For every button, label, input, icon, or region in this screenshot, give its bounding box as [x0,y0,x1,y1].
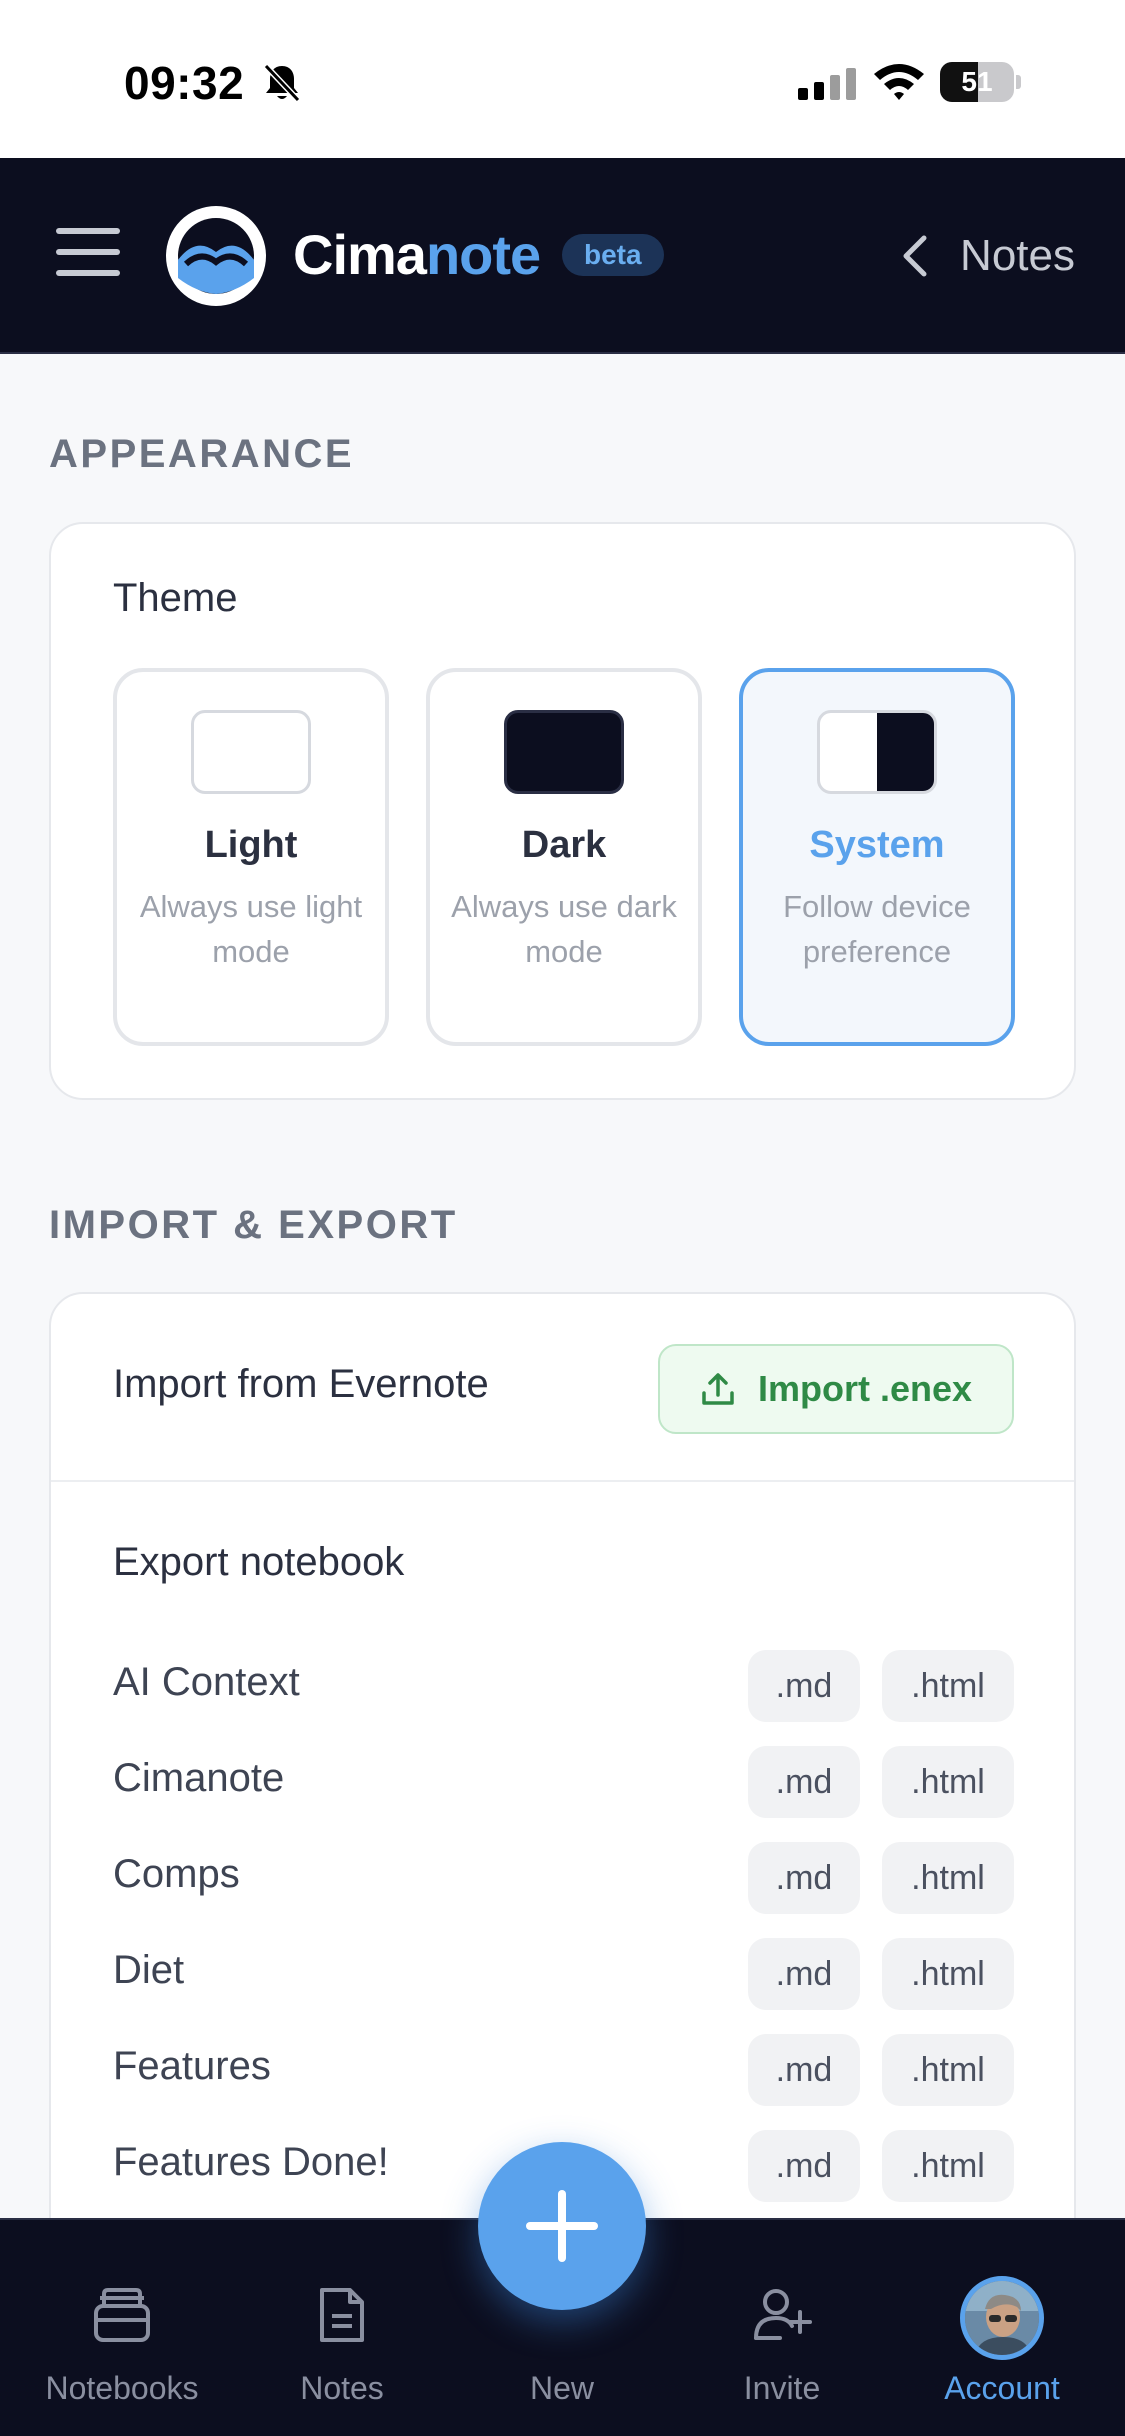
tab-label: Notes [300,2370,384,2406]
theme-label: Theme [113,576,238,620]
notebook-name: Features Done! [113,2140,389,2184]
theme-option-light[interactable]: Light Always use light mode [113,668,389,1046]
status-bar: 09:32 51 [0,0,1125,158]
dark-swatch [504,710,624,794]
export-md-button[interactable]: .md [748,1746,860,1818]
notebook-name: Comps [113,1852,240,1896]
theme-option-dark[interactable]: Dark Always use dark mode [426,668,702,1046]
system-swatch [817,710,937,794]
export-html-button[interactable]: .html [882,1842,1014,1914]
export-html-button[interactable]: .html [882,1938,1014,2010]
app-header: Cimanote beta Notes [0,158,1125,354]
notebook-row: Comps .md .html [51,1842,1074,1914]
theme-option-description: Follow device preference [783,889,971,969]
notebook-row: Diet .md .html [51,1938,1074,2010]
signal-icon [798,68,856,100]
import-export-section-title: IMPORT & EXPORT [49,1203,458,1247]
export-html-button[interactable]: .html [882,1650,1014,1722]
notebook-row: Cimanote .md .html [51,1746,1074,1818]
theme-option-name: Light [204,824,298,866]
light-swatch [191,710,311,794]
tab-label: New [529,2370,594,2406]
import-row: Import from Evernote Import .enex [51,1294,1074,1482]
bell-off-icon [263,63,301,103]
tab-invite[interactable]: Invite [682,2220,882,2436]
wifi-icon [874,64,924,100]
battery-level: 51 [961,66,993,97]
import-enex-button[interactable]: Import .enex [658,1344,1014,1434]
notebook-name: AI Context [113,1660,300,1704]
notebooks-icon [94,2288,150,2342]
export-md-button[interactable]: .md [748,2130,860,2202]
import-button-label: Import .enex [757,1368,973,1409]
export-html-button[interactable]: .html [882,1746,1014,1818]
export-md-button[interactable]: .md [748,2034,860,2106]
beta-badge: beta [562,234,664,276]
export-md-button[interactable]: .md [748,1650,860,1722]
avatar-image [965,2281,1039,2355]
theme-option-system[interactable]: System Follow device preference [739,668,1015,1046]
export-md-button[interactable]: .md [748,1842,860,1914]
back-label: Notes [960,231,1075,280]
theme-option-name: System [809,824,945,866]
upload-icon [702,1373,734,1405]
appearance-section-title: APPEARANCE [49,432,355,476]
note-icon [320,2288,364,2342]
theme-option-description: Always use light mode [139,889,363,969]
theme-option-name: Dark [521,824,607,866]
export-md-button[interactable]: .md [748,1938,860,2010]
plus-icon [526,2190,598,2262]
logo [166,206,266,306]
import-label: Import from Evernote [113,1362,489,1406]
tab-account[interactable]: Account [902,2220,1102,2436]
notebook-row: AI Context .md .html [51,1650,1074,1722]
notebook-name: Features [113,2044,271,2088]
tab-label: Notebooks [45,2370,199,2406]
hamburger-menu-icon[interactable] [56,226,120,278]
battery-icon: 51 [940,62,1021,102]
logo-icon [178,218,254,294]
new-note-fab[interactable] [478,2142,646,2310]
chevron-left-icon [903,235,927,277]
notebook-name: Cimanote [113,1756,285,1800]
status-time: 09:32 [124,57,245,109]
export-html-button[interactable]: .html [882,2034,1014,2106]
tab-notebooks[interactable]: Notebooks [22,2220,222,2436]
notebook-name: Diet [113,1948,185,1992]
avatar [960,2276,1044,2360]
notebook-row: Features .md .html [51,2034,1074,2106]
export-notebook-title: Export notebook [113,1540,405,1584]
tab-notes[interactable]: Notes [242,2220,442,2436]
tab-label: Account [944,2370,1060,2406]
back-to-notes-button[interactable]: Notes [898,226,1075,286]
app-title: Cimanote [293,223,541,286]
appearance-card: Theme Light Always use light mode Dark A… [49,522,1076,1100]
tab-label: Invite [743,2370,821,2406]
theme-option-description: Always use dark mode [451,889,677,969]
invite-user-icon [754,2289,812,2340]
export-html-button[interactable]: .html [882,2130,1014,2202]
